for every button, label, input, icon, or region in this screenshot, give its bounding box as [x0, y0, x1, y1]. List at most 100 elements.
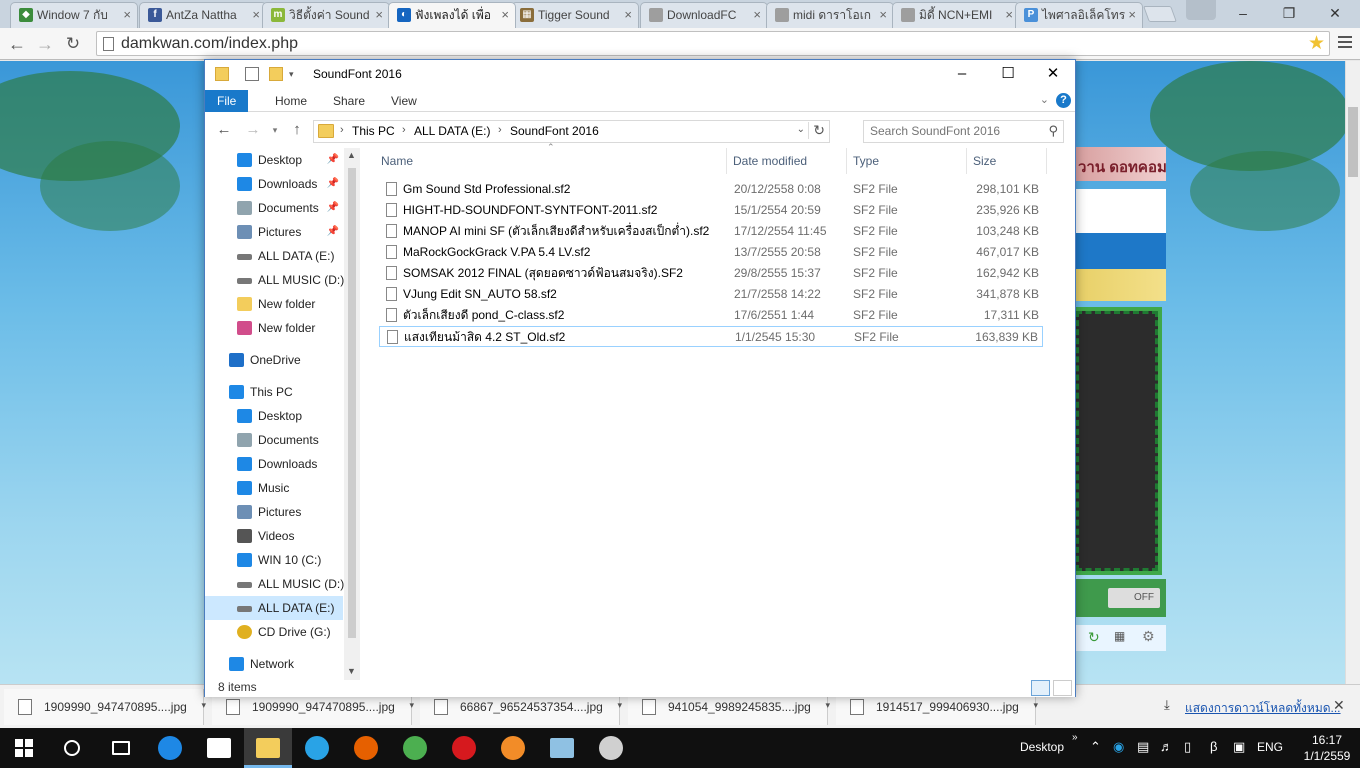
- browser-maximize-button[interactable]: ❐: [1266, 0, 1312, 28]
- file-row[interactable]: SOMSAK 2012 FINAL (สุดยอดซาวด์ฟ้อนสมจริง…: [379, 263, 1043, 284]
- file-row[interactable]: VJung Edit SN_AUTO 58.sf2 21/7/2558 14:22…: [379, 284, 1043, 305]
- browser-tab[interactable]: midi ดาราโอเก ×: [766, 2, 894, 28]
- download-menu-icon[interactable]: ▾: [1033, 700, 1038, 711]
- column-header-name[interactable]: Name: [375, 148, 727, 174]
- taskbar-opera[interactable]: [440, 728, 488, 768]
- forward-icon[interactable]: →: [34, 33, 56, 55]
- nav-item[interactable]: This PC: [205, 380, 343, 404]
- taskbar-file-explorer[interactable]: [244, 728, 292, 768]
- nav-item[interactable]: CD Drive (G:): [205, 620, 343, 644]
- bluetooth-icon[interactable]: β: [1210, 739, 1217, 754]
- taskbar-store[interactable]: [195, 728, 243, 768]
- scroll-up-icon[interactable]: ▲: [347, 150, 356, 160]
- toolbar-expand-icon[interactable]: »: [1072, 732, 1078, 743]
- browser-tab[interactable]: DownloadFC ×: [640, 2, 768, 28]
- browser-tab[interactable]: f AntZa Nattha ×: [139, 2, 267, 28]
- taskbar-internet-explorer[interactable]: [293, 728, 341, 768]
- explorer-title-bar[interactable]: ▾ SoundFont 2016 – ☐ ✕: [205, 60, 1075, 90]
- nav-item[interactable]: New folder: [205, 292, 343, 316]
- nav-item[interactable]: New folder: [205, 316, 343, 340]
- breadcrumb-separator-icon[interactable]: ›: [340, 124, 344, 136]
- nav-item[interactable]: ALL DATA (E:): [205, 244, 343, 268]
- new-tab-button[interactable]: [1143, 6, 1177, 22]
- nav-item[interactable]: ALL MUSIC (D:): [205, 268, 344, 292]
- taskbar-notepad[interactable]: [538, 728, 586, 768]
- recent-locations-icon[interactable]: ▾: [265, 120, 285, 140]
- nav-item[interactable]: Network: [205, 652, 343, 676]
- maximize-button[interactable]: ☐: [985, 60, 1031, 88]
- breadcrumb-drive[interactable]: ALL DATA (E:): [414, 124, 490, 138]
- taskbar-chrome[interactable]: [391, 728, 439, 768]
- close-tab-icon[interactable]: ×: [1005, 3, 1013, 27]
- explorer-address-bar[interactable]: › This PC › ALL DATA (E:) › SoundFont 20…: [313, 120, 830, 143]
- action-center-icon[interactable]: ▣: [1233, 739, 1245, 755]
- power-icon[interactable]: ▯: [1184, 739, 1191, 755]
- show-all-downloads-link[interactable]: แสดงการดาวน์โหลดทั้งหมด...: [1185, 699, 1341, 718]
- help-icon[interactable]: ?: [1056, 93, 1071, 108]
- taskbar-paint[interactable]: [587, 728, 635, 768]
- taskbar-edge[interactable]: [146, 728, 194, 768]
- close-tab-icon[interactable]: ×: [624, 3, 632, 27]
- large-icons-view-button[interactable]: [1053, 680, 1072, 696]
- pin-icon[interactable]: 📌: [327, 220, 339, 244]
- file-row[interactable]: ตัวเล็กเสียงดี pond_C-class.sf2 17/6/2551…: [379, 305, 1043, 326]
- address-dropdown-icon[interactable]: ⌄: [797, 124, 805, 135]
- nav-item[interactable]: ALL DATA (E:): [205, 596, 343, 620]
- browser-tab[interactable]: มิดี้ NCN+EMI ×: [892, 2, 1020, 28]
- search-box[interactable]: ⚲: [863, 120, 1064, 143]
- browser-tab[interactable]: ▦ Tigger Sound ×: [511, 2, 639, 28]
- browser-tab[interactable]: m วิธีตั้งค่า Sound ×: [262, 2, 390, 28]
- player-toggle[interactable]: OFF: [1108, 588, 1160, 608]
- bookmark-star-icon[interactable]: ★: [1308, 32, 1325, 55]
- download-menu-icon[interactable]: ▾: [409, 700, 414, 711]
- file-row[interactable]: HIGHT-HD-SOUNDFONT-SYNTFONT-2011.sf2 15/1…: [379, 200, 1043, 221]
- nav-item[interactable]: Documents 📌: [205, 196, 343, 220]
- taskbar-task-view[interactable]: [97, 728, 145, 768]
- url-text[interactable]: damkwan.com/index.php: [121, 35, 298, 53]
- breadcrumb-current-folder[interactable]: SoundFont 2016: [510, 124, 599, 138]
- nav-item[interactable]: OneDrive: [205, 348, 343, 372]
- clock[interactable]: 16:17 1/1/2559: [1302, 732, 1352, 764]
- nav-item[interactable]: Pictures 📌: [205, 220, 343, 244]
- back-icon[interactable]: ←: [6, 33, 28, 55]
- file-row[interactable]: Gm Sound Std Professional.sf2 20/12/2558 …: [379, 179, 1043, 200]
- input-language[interactable]: ENG: [1257, 740, 1283, 754]
- close-tab-icon[interactable]: ×: [123, 3, 131, 27]
- minimize-button[interactable]: –: [939, 60, 985, 88]
- tab-share[interactable]: Share: [321, 90, 377, 112]
- browser-minimize-button[interactable]: –: [1220, 0, 1266, 28]
- browser-tab[interactable]: P ไพศาลอิเล็คโทร ×: [1015, 2, 1143, 28]
- grid-icon[interactable]: ▦: [1114, 629, 1125, 643]
- column-header-size[interactable]: Size: [967, 148, 1047, 174]
- nav-item[interactable]: Music: [205, 476, 343, 500]
- quick-access-dropdown-icon[interactable]: ▾: [289, 67, 303, 81]
- refresh-icon[interactable]: ↻: [808, 122, 825, 139]
- browser-tab[interactable]: ◐ ฟังเพลงได้ เพื่อ ×: [388, 2, 516, 28]
- address-bar[interactable]: damkwan.com/index.php ★: [96, 31, 1330, 56]
- edge-tray-icon[interactable]: ◉: [1113, 739, 1124, 755]
- details-view-button[interactable]: [1031, 680, 1050, 696]
- tab-home[interactable]: Home: [263, 90, 319, 112]
- download-menu-icon[interactable]: ▾: [825, 700, 830, 711]
- settings-icon[interactable]: ⚙: [1142, 628, 1155, 645]
- close-button[interactable]: ✕: [1030, 60, 1076, 88]
- webpage-scrollbar[interactable]: [1345, 61, 1360, 684]
- reload-icon[interactable]: ↻: [62, 33, 84, 55]
- up-icon[interactable]: ↑: [287, 120, 307, 140]
- forward-icon[interactable]: →: [243, 120, 263, 140]
- nav-item[interactable]: Downloads: [205, 452, 343, 476]
- expand-ribbon-icon[interactable]: ⌄: [1040, 93, 1049, 106]
- profile-avatar[interactable]: [1186, 0, 1216, 20]
- close-tab-icon[interactable]: ×: [753, 3, 761, 27]
- tab-file[interactable]: File: [205, 90, 249, 112]
- new-folder-icon[interactable]: [269, 67, 283, 81]
- nav-item[interactable]: Documents: [205, 428, 343, 452]
- close-shelf-icon[interactable]: ✕: [1333, 697, 1345, 714]
- file-row[interactable]: MaRockGockGrack V.PA 5.4 LV.sf2 13/7/2555…: [379, 242, 1043, 263]
- nav-item[interactable]: Pictures: [205, 500, 343, 524]
- nav-item[interactable]: ALL MUSIC (D:): [205, 572, 344, 596]
- browser-tab[interactable]: ◆ Window 7 กับ ×: [10, 2, 138, 28]
- column-header-type[interactable]: Type: [847, 148, 967, 174]
- nav-item[interactable]: Desktop 📌: [205, 148, 343, 172]
- nav-scrollbar[interactable]: ▲ ▼: [344, 148, 360, 680]
